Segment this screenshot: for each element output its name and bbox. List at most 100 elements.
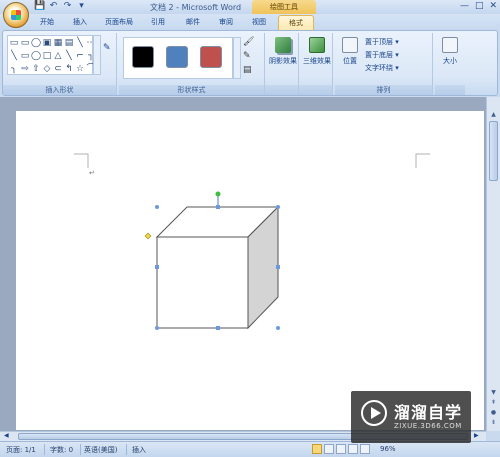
customize-qat-icon[interactable]: ▾ [76,1,87,12]
window-title: 文档 2 - Microsoft Word [150,3,242,12]
change-shape-icon[interactable]: ▤ [243,65,254,75]
shape-item[interactable]: ⌐ [75,50,85,62]
status-divider [80,444,81,455]
resize-handle[interactable] [216,326,220,330]
3d-effects-button[interactable]: 三维效果 [299,37,335,66]
status-divider [44,444,45,455]
shape-item[interactable]: ▦ [53,37,63,49]
shape-item[interactable]: ╮ [9,63,19,75]
resize-handle[interactable] [155,205,159,209]
tab-page-layout[interactable]: 页面布局 [105,17,133,27]
shape-item[interactable]: ▭ [20,50,30,62]
watermark-title: 溜溜自学 [394,403,463,422]
shape-item[interactable]: ╲ [64,50,74,62]
tab-insert[interactable]: 插入 [73,17,87,27]
style-swatch-black[interactable] [132,46,154,68]
scroll-up-arrow-icon[interactable]: ▲ [489,111,498,118]
size-button[interactable]: 大小 [435,37,465,66]
shape-item[interactable]: ☆ [75,63,85,75]
tab-view[interactable]: 视图 [252,17,266,27]
office-button[interactable] [3,2,29,28]
scroll-left-arrow-icon[interactable]: ◀ [4,432,9,439]
drawing-tools-context-label: 绘图工具 [252,0,316,14]
shape-item[interactable]: △ [53,50,63,62]
group-label-3d [299,85,332,95]
cube-front-face[interactable] [156,236,249,329]
resize-handle[interactable] [276,265,280,269]
document-page[interactable]: ↵ [16,111,484,430]
draft-view-button[interactable] [360,444,370,454]
close-button[interactable]: ✕ [489,1,497,11]
tab-format[interactable]: 格式 [278,15,314,31]
next-page-icon[interactable]: ⇟ [489,419,498,426]
tab-home[interactable]: 开始 [40,17,54,27]
shape-item[interactable]: ↰ [64,63,74,75]
shape-item[interactable]: ╲ [9,50,19,62]
browse-object-icon[interactable]: ● [489,409,498,416]
outline-view-button[interactable] [348,444,358,454]
shadow-effects-icon [275,37,291,53]
shape-item[interactable]: ▣ [42,37,52,49]
status-language[interactable]: 英语(美国) [84,445,117,455]
scroll-right-arrow-icon[interactable]: ▶ [474,432,479,439]
edit-shape-icon[interactable]: ✎ [103,43,111,53]
tab-references[interactable]: 引用 [151,17,165,27]
title-bar: 💾 ↶ ↷ ▾ 文档 2 - Microsoft Word 绘图工具 — □ ✕ [0,0,500,14]
group-label-arrange: 排列 [335,85,432,95]
resize-handle[interactable] [276,326,280,330]
text-wrap-button[interactable]: 文字环绕 ▾ [365,63,399,73]
shape-item[interactable]: ▭ [9,37,19,49]
shape-item[interactable]: ⊂ [53,63,63,75]
minimize-button[interactable]: — [460,1,469,11]
shape-styles-scroll[interactable] [233,37,241,79]
full-screen-view-button[interactable] [324,444,334,454]
scroll-down-arrow-icon[interactable]: ▼ [489,389,498,396]
vertical-scroll-thumb[interactable] [489,121,498,181]
maximize-button[interactable]: □ [475,1,484,11]
status-page[interactable]: 页面: 1/1 [6,445,36,455]
resize-handle[interactable] [276,205,280,209]
paragraph-mark: ↵ [89,169,95,177]
3d-effects-icon [309,37,325,53]
resize-handle[interactable] [155,326,159,330]
zoom-level[interactable]: 96% [380,445,396,453]
style-swatch-red[interactable] [200,46,222,68]
send-to-back-button[interactable]: 置于底层 ▾ [365,50,399,60]
status-word-count[interactable]: 字数: 0 [50,445,73,455]
shape-item[interactable]: ◇ [42,63,52,75]
size-label: 大小 [443,57,457,65]
position-button[interactable]: 位置 [337,37,363,66]
shape-item[interactable]: ▭ [20,37,30,49]
bring-to-front-button[interactable]: 置于顶层 ▾ [365,37,399,47]
status-insert-mode[interactable]: 插入 [132,445,146,455]
shapes-gallery-scroll[interactable] [93,35,101,75]
shape-item[interactable]: ◯ [31,50,41,62]
resize-handle[interactable] [155,265,159,269]
group-label-shadow [265,85,298,95]
style-swatch-blue[interactable] [166,46,188,68]
shape-fill-icon[interactable]: 🖌 [243,37,254,47]
shape-item[interactable]: ╲ [75,37,85,49]
shape-outline-icon[interactable]: ✎ [243,51,254,61]
print-layout-view-button[interactable] [312,444,322,454]
ribbon: ▭ ▭ ◯ ▣ ▦ ▤ ╲ ⋯ ╲ ▭ ◯ □ △ ╲ ⌐ ┐ ╮ ⇨ ⇧ ◇ … [2,30,498,96]
undo-icon[interactable]: ↶ [48,1,59,12]
prev-page-icon[interactable]: ⇞ [489,399,498,406]
resize-handle[interactable] [216,205,220,209]
shape-item[interactable]: ⇧ [31,63,41,75]
shape-item[interactable]: ⇨ [20,63,30,75]
rotation-handle[interactable] [215,191,221,197]
shape-item[interactable]: ▤ [64,37,74,49]
save-icon[interactable]: 💾 [34,1,45,12]
shape-item[interactable]: ◯ [31,37,41,49]
group-label-insert-shapes: 插入形状 [3,85,116,95]
adjust-handle[interactable] [144,232,152,240]
vertical-scrollbar[interactable]: ▲ ▼ ⇞ ● ⇟ [486,97,500,431]
tab-mailings[interactable]: 邮件 [186,17,200,27]
web-layout-view-button[interactable] [336,444,346,454]
group-shadow-effects: 阴影效果 [265,33,299,95]
redo-icon[interactable]: ↷ [62,1,73,12]
tab-review[interactable]: 审阅 [219,17,233,27]
shape-item[interactable]: □ [42,50,52,62]
shadow-effects-button[interactable]: 阴影效果 [265,37,301,66]
